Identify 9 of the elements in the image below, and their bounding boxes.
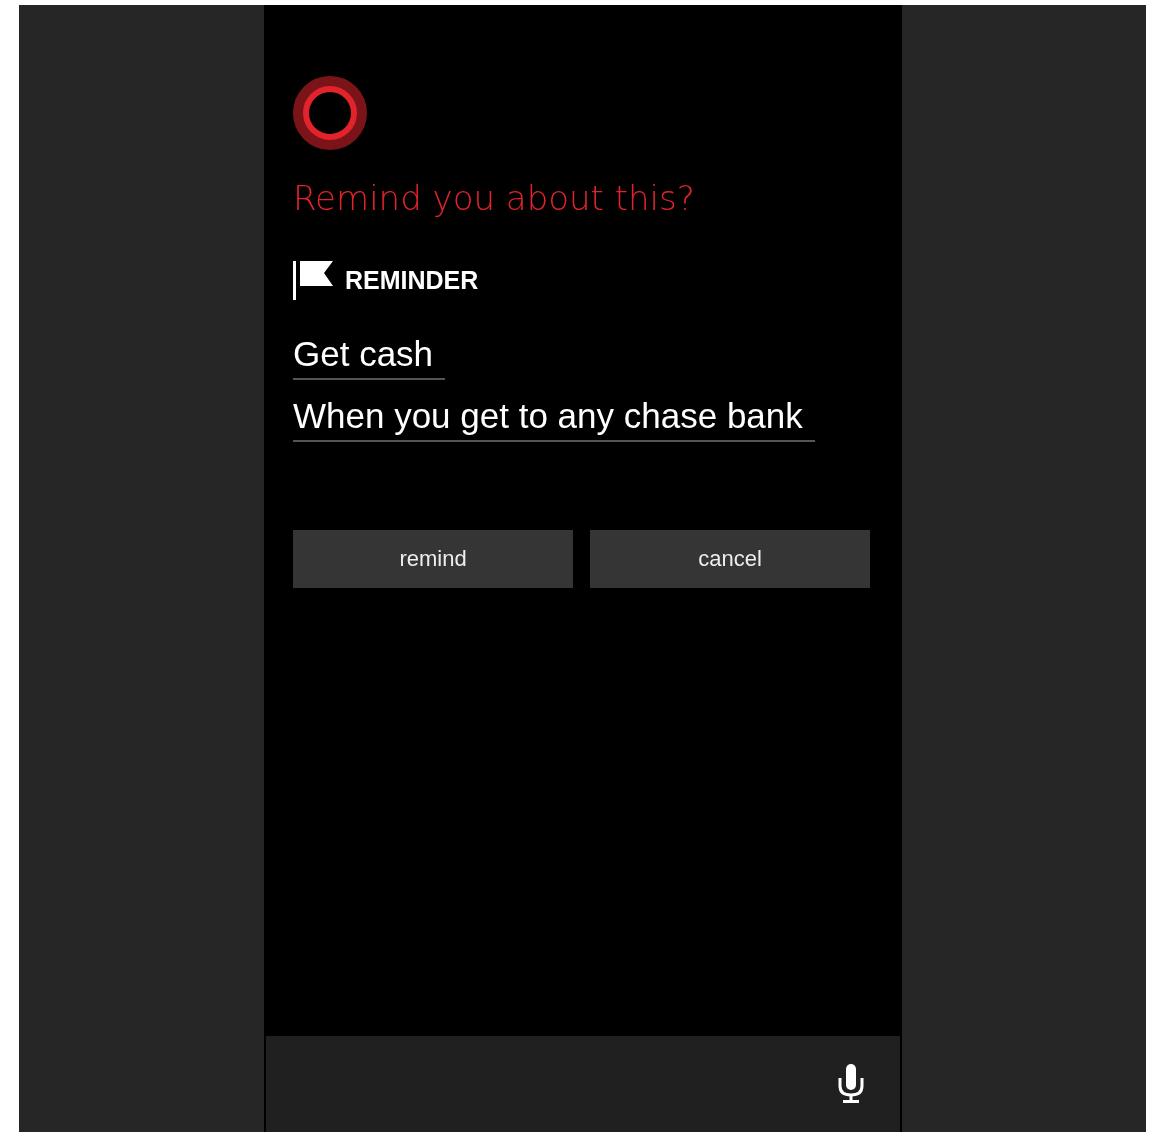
ring-logo-icon — [293, 76, 367, 150]
text-field[interactable]: When you get to any chase bank — [293, 396, 815, 442]
reminder-label: REMINDER — [345, 265, 479, 295]
microphone-icon[interactable] — [838, 1064, 864, 1104]
cancel-button[interactable]: cancel — [590, 530, 870, 588]
flag-icon — [293, 260, 333, 300]
text-field[interactable]: Get cash — [293, 334, 446, 380]
remind-button[interactable]: remind — [293, 530, 573, 588]
prompt-heading: Remind you about this? — [293, 178, 695, 218]
